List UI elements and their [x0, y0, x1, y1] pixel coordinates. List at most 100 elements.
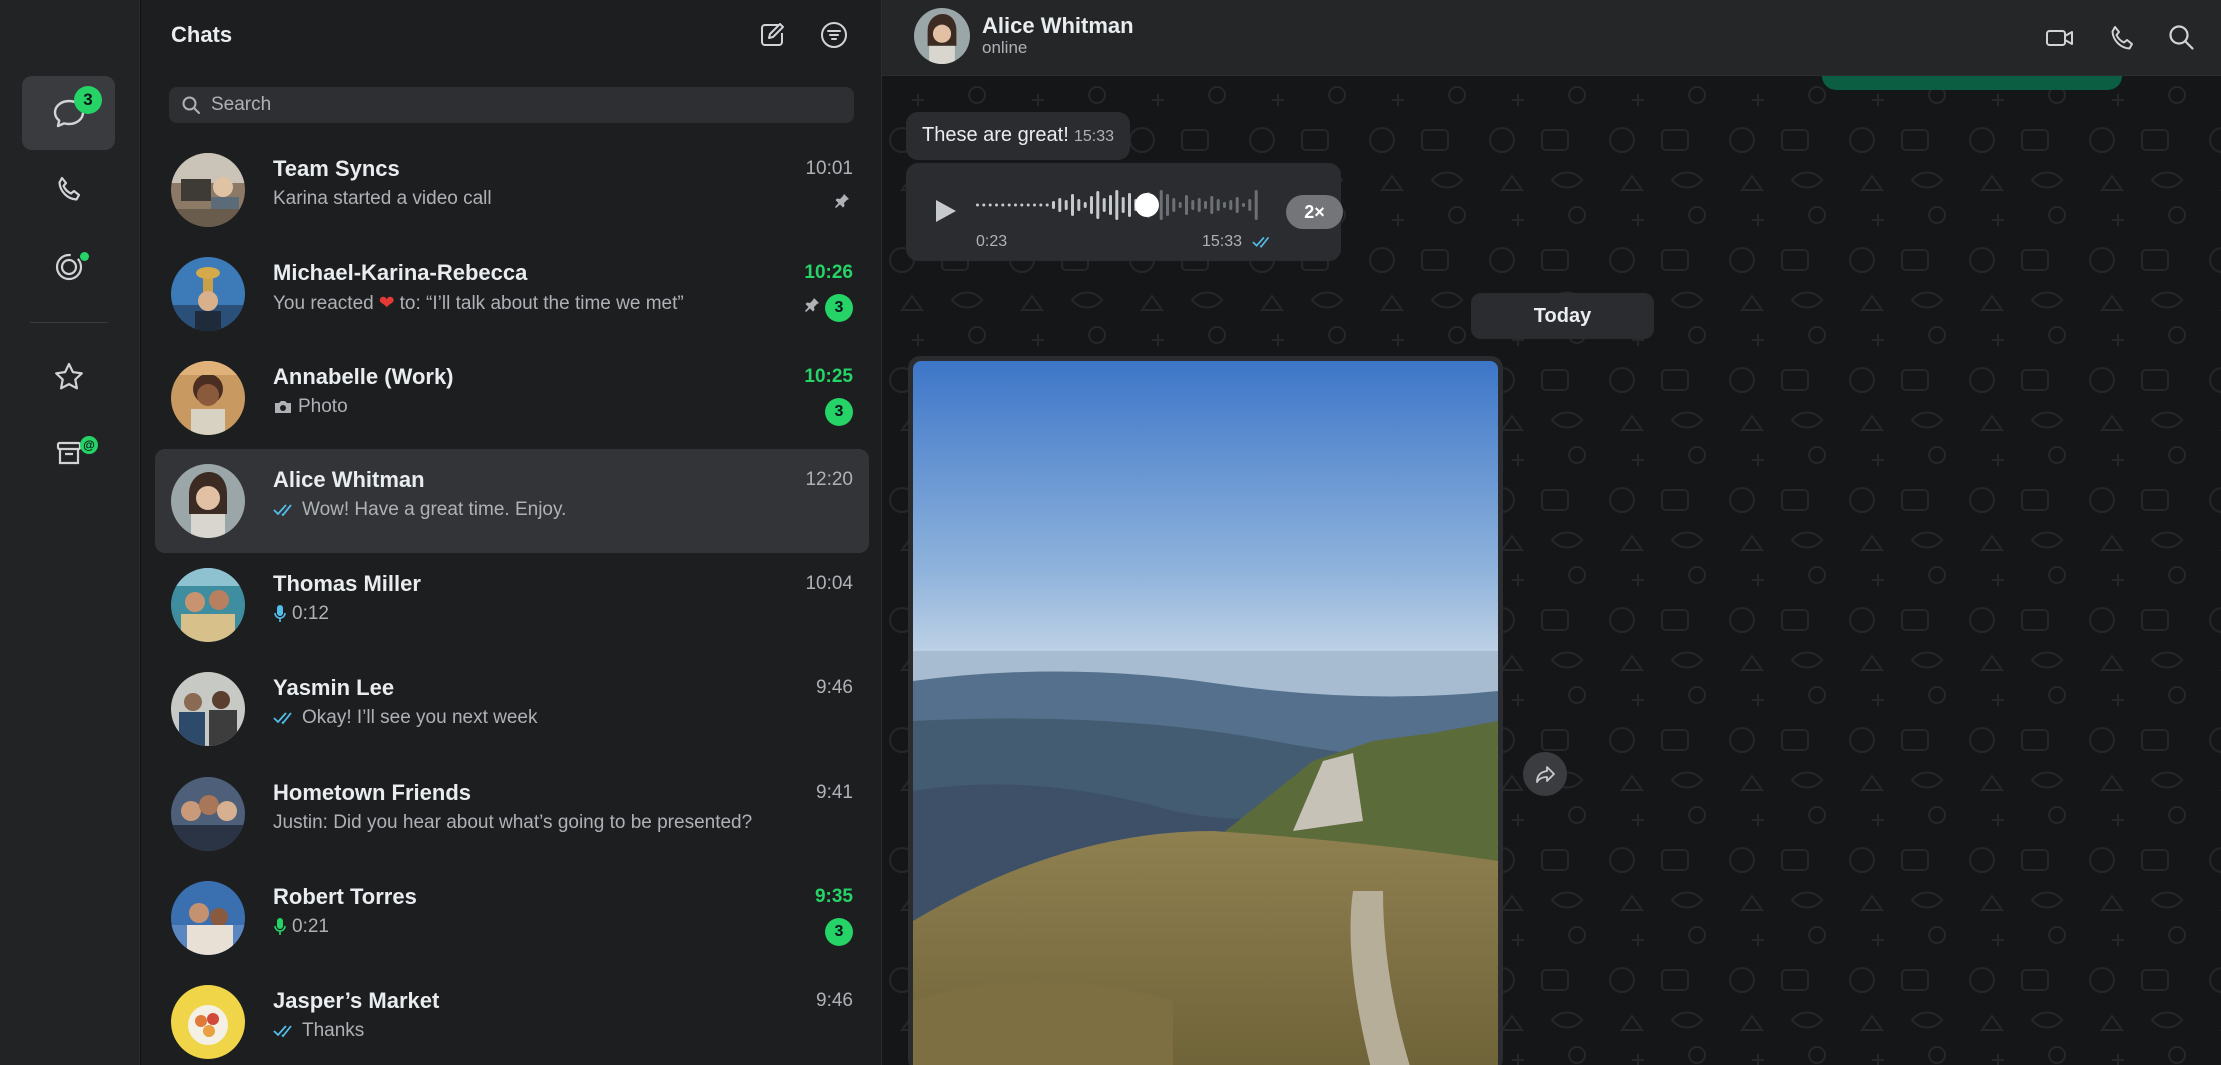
waveform-bar — [1109, 195, 1112, 215]
chat-name: Alice Whitman — [273, 467, 425, 492]
microphone-icon — [274, 605, 286, 622]
voice-waveform[interactable] — [976, 185, 1261, 225]
message-bubble-incoming[interactable]: These are great! 15:33 — [906, 112, 1130, 160]
chat-preview-text: Justin: Did you hear about what’s going … — [273, 812, 753, 833]
compose-icon — [761, 23, 784, 46]
pin-icon — [835, 194, 849, 208]
chats-tab[interactable]: 3 — [22, 76, 115, 150]
chat-item-michael-karina-rebecca[interactable]: Michael-Karina-Rebecca 10:26 You reacted… — [155, 242, 869, 346]
waveform-bar — [976, 203, 979, 207]
chat-item-alice-whitman[interactable]: Alice Whitman 12:20 Wow! Have a great ti… — [155, 449, 869, 553]
forward-button[interactable] — [1523, 752, 1567, 796]
chat-item-annabelle-work[interactable]: Annabelle (Work) 10:25 Photo 3 — [155, 346, 869, 450]
chat-preview: Photo — [273, 396, 348, 418]
conversation-header: Alice Whitman online — [882, 0, 2221, 76]
waveform-bar — [1039, 203, 1043, 207]
read-receipt-icon — [1252, 236, 1270, 248]
photo-message-bubble[interactable] — [908, 356, 1503, 1065]
chat-item-team-syncs[interactable]: Team Syncs 10:01 Karina started a video … — [155, 138, 869, 242]
avatar — [171, 881, 245, 955]
search-icon — [2169, 25, 2194, 50]
contact-name[interactable]: Alice Whitman — [982, 13, 1134, 39]
chat-name: Yasmin Lee — [273, 675, 395, 700]
chat-time: 9:46 — [816, 677, 853, 698]
chat-time: 10:26 — [804, 262, 853, 283]
contact-status: online — [982, 38, 1028, 57]
waveform-scrubber[interactable] — [1135, 193, 1159, 217]
playback-speed-button[interactable]: 2× — [1286, 195, 1343, 229]
waveform-bar — [1007, 203, 1011, 207]
archived-tab[interactable]: @ — [22, 416, 115, 490]
waveform-bar — [1229, 200, 1233, 210]
voice-message-bubble: 0:23 15:33 2× — [906, 163, 1343, 261]
waveform-bar — [1185, 195, 1188, 215]
chat-item-robert-torres[interactable]: Robert Torres 9:35 0:21 3 — [155, 866, 869, 970]
video-call-button[interactable] — [2040, 18, 2080, 58]
waveform-bar — [1166, 194, 1169, 216]
chat-item-thomas-miller[interactable]: Thomas Miller 10:04 0:12 — [155, 553, 869, 657]
waveform-bar — [1020, 203, 1024, 207]
avatar — [171, 361, 245, 435]
waveform-bar — [1191, 200, 1195, 210]
waveform-bar — [1254, 190, 1258, 220]
chat-item-hometown-friends[interactable]: Hometown Friends 9:41 Justin: Did you he… — [155, 762, 869, 866]
message-text: These are great! — [922, 124, 1069, 146]
filter-icon — [821, 22, 847, 48]
status-tab[interactable] — [22, 230, 115, 304]
unread-badge: 3 — [825, 294, 853, 322]
contact-avatar[interactable] — [914, 8, 970, 64]
avatar — [171, 777, 245, 851]
day-separator: Today — [1471, 293, 1654, 339]
chat-item-jaspers-market[interactable]: Jasper’s Market 9:46 Thanks — [155, 970, 869, 1065]
chat-preview: Karina started a video call — [273, 188, 492, 210]
unread-badge: 3 — [825, 398, 853, 426]
waveform-bar — [1033, 203, 1036, 207]
search-bar — [169, 87, 854, 123]
new-chat-button[interactable] — [755, 18, 789, 52]
chats-unread-badge: 3 — [74, 86, 102, 114]
waveform-bar — [1172, 198, 1176, 212]
waveform-bar — [1083, 202, 1087, 208]
camera-icon — [275, 401, 291, 413]
chat-preview-quote: to: “I’ll talk about the time we met” — [399, 292, 684, 314]
read-receipt-icon — [273, 504, 292, 517]
chat-preview-text: 0:21 — [292, 916, 329, 937]
waveform-bar — [1242, 203, 1245, 207]
calls-icon — [57, 176, 80, 201]
waveform-bar — [1115, 190, 1119, 220]
avatar — [171, 257, 245, 331]
read-receipt-icon — [273, 712, 292, 725]
conversation-panel: These are great! 15:33 0:23 15:33 2× Tod… — [882, 0, 2221, 1065]
chat-time: 10:25 — [804, 366, 853, 387]
filter-button[interactable] — [817, 18, 851, 52]
waveform-bar — [1096, 191, 1100, 219]
search-in-chat-button[interactable] — [2162, 18, 2202, 58]
archive-mention-badge: @ — [80, 436, 98, 454]
chat-item-yasmin-lee[interactable]: Yasmin Lee 9:46 Okay! I’ll see you next … — [155, 657, 869, 761]
waveform-bar — [1178, 202, 1182, 208]
waveform-bar — [982, 203, 986, 207]
forward-icon — [1536, 766, 1555, 783]
chat-preview: Wow! Have a great time. Enjoy. — [273, 499, 566, 521]
chat-time: 9:35 — [814, 886, 853, 907]
rail-divider — [30, 322, 108, 323]
voice-call-button[interactable] — [2102, 18, 2142, 58]
waveform-bar — [1058, 198, 1062, 212]
chat-time: 9:46 — [816, 990, 853, 1011]
waveform-bar — [1216, 199, 1220, 211]
waveform-bar — [1197, 198, 1201, 212]
starred-tab[interactable] — [22, 340, 115, 414]
avatar — [171, 153, 245, 227]
read-receipt-icon — [273, 1025, 292, 1038]
phone-icon — [2111, 26, 2133, 50]
waveform-bar — [1204, 201, 1207, 209]
chat-preview: Thanks — [273, 1020, 364, 1042]
waveform-bar — [1121, 197, 1125, 213]
waveform-bar — [1014, 203, 1017, 207]
search-input[interactable] — [211, 94, 831, 116]
chat-preview-text: Okay! I’ll see you next week — [302, 707, 538, 728]
play-icon[interactable] — [928, 195, 960, 227]
waveform-bar — [1235, 197, 1239, 213]
chat-time: 10:01 — [805, 158, 853, 179]
calls-tab[interactable] — [22, 152, 115, 226]
